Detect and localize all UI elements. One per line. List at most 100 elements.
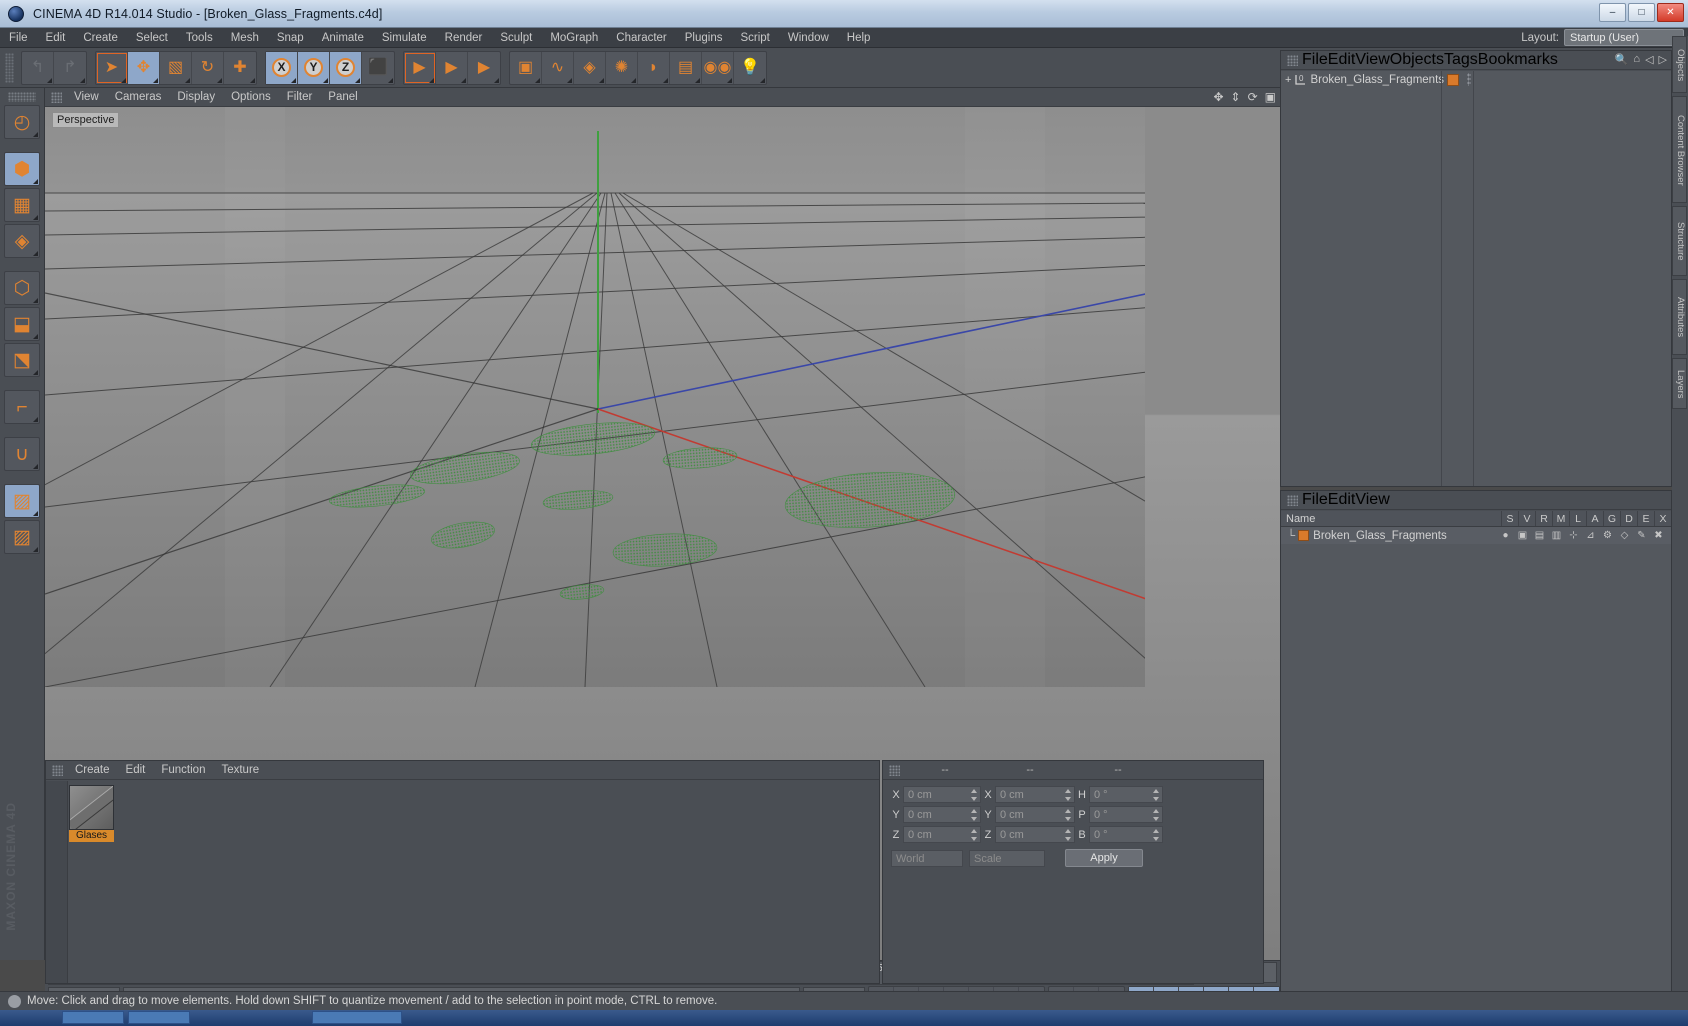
menu-item-character[interactable]: Character — [607, 28, 676, 48]
toolbar-grip[interactable] — [5, 52, 14, 83]
material-menu-edit[interactable]: Edit — [118, 761, 154, 780]
points-mode-icon[interactable]: ⬡ — [4, 271, 40, 305]
layer-manager-body[interactable]: Name SVRMLAGDEX └ Broken_Glass_Fragments… — [1281, 511, 1671, 1009]
layer-column-R[interactable]: R — [1535, 511, 1552, 526]
layer-menu-file[interactable]: File — [1302, 491, 1328, 509]
layer-toggle-S[interactable]: ● — [1497, 530, 1514, 541]
scene-environment-icon[interactable]: ▤ — [670, 51, 702, 84]
menu-item-script[interactable]: Script — [731, 28, 778, 48]
object-menu-edit[interactable]: Edit — [1328, 51, 1356, 69]
stepper-icon[interactable] — [1153, 829, 1159, 841]
render-settings-icon[interactable]: ▶ — [468, 52, 500, 84]
layer-toggle-L[interactable]: ⊹ — [1565, 530, 1582, 541]
redo-icon[interactable]: ↱ — [54, 52, 86, 84]
stepper-icon[interactable] — [1153, 809, 1159, 821]
apply-button[interactable]: Apply — [1065, 849, 1143, 867]
x-axis-lock-icon[interactable]: X — [266, 51, 298, 84]
pan-view-icon[interactable]: ✥ — [1213, 90, 1223, 104]
workplane-rotate-icon[interactable]: ▨ — [4, 520, 40, 554]
stepper-icon[interactable] — [1153, 789, 1159, 801]
material-thumbnail[interactable] — [69, 785, 114, 830]
light-icon[interactable]: 💡 — [734, 52, 766, 84]
layer-toggle-A[interactable]: ⊿ — [1582, 530, 1599, 541]
coordinate-mode-dropdown[interactable]: Scale — [969, 849, 1045, 867]
stepper-icon[interactable] — [1065, 789, 1071, 801]
rotation-b-field[interactable]: 0 ° — [1089, 826, 1163, 843]
material-menu-create[interactable]: Create — [67, 761, 118, 780]
position-z-field[interactable]: 0 cm — [903, 826, 981, 843]
layer-menu-edit[interactable]: Edit — [1328, 491, 1356, 509]
layer-column-A[interactable]: A — [1586, 511, 1603, 526]
texture-mode-icon[interactable]: ▦ — [4, 188, 40, 222]
layer-menu-view[interactable]: View — [1355, 491, 1389, 509]
menu-item-select[interactable]: Select — [127, 28, 177, 48]
edges-mode-icon[interactable]: ⬓ — [4, 307, 40, 341]
viewport-menu-view[interactable]: View — [66, 88, 107, 107]
vertical-tab-objects[interactable]: Objects — [1672, 36, 1687, 94]
move-tool-icon[interactable]: ✥ — [128, 51, 160, 84]
menu-item-create[interactable]: Create — [74, 28, 127, 48]
menu-item-plugins[interactable]: Plugins — [676, 28, 732, 48]
menu-item-help[interactable]: Help — [838, 28, 880, 48]
axis-mode-icon[interactable]: ⌐ — [4, 390, 40, 424]
layer-column-L[interactable]: L — [1569, 511, 1586, 526]
add-tool-icon[interactable]: ✚ — [224, 52, 256, 84]
menu-item-render[interactable]: Render — [436, 28, 492, 48]
nurbs-generator-icon[interactable]: ◈ — [574, 51, 606, 84]
layer-toggle-V[interactable]: ▣ — [1514, 530, 1531, 541]
coordinates-grip[interactable] — [889, 764, 900, 776]
layer-column-M[interactable]: M — [1552, 511, 1569, 526]
model-mode-icon[interactable]: ⬢ — [4, 152, 40, 186]
expand-icon[interactable]: + — [1285, 74, 1291, 86]
menu-item-mograph[interactable]: MoGraph — [541, 28, 607, 48]
close-button[interactable]: ✕ — [1657, 3, 1684, 22]
layer-column-D[interactable]: D — [1620, 511, 1637, 526]
rotate-view-icon[interactable]: ⟳ — [1248, 90, 1258, 104]
layer-toggles[interactable]: ● ▣ ▤ ▥ ⊹ ⊿ ⚙ ◇ ✎ ✖ — [1497, 530, 1667, 541]
home-icon[interactable]: ⌂ — [1633, 53, 1640, 66]
size-y-field[interactable]: 0 cm — [995, 806, 1075, 823]
stepper-icon[interactable] — [971, 809, 977, 821]
layer-column-G[interactable]: G — [1603, 511, 1620, 526]
vertical-tab-structure[interactable]: Structure — [1672, 206, 1687, 277]
object-menu-objects[interactable]: Objects — [1390, 51, 1444, 69]
camera-icon[interactable]: ◉◉ — [702, 51, 734, 84]
viewport-menu-display[interactable]: Display — [169, 88, 223, 107]
layer-column-X[interactable]: X — [1654, 511, 1671, 526]
array-modeling-icon[interactable]: ✺ — [606, 51, 638, 84]
deformer-icon[interactable]: ◗ — [638, 51, 670, 84]
vertical-tab-layers[interactable]: Layers — [1672, 358, 1687, 410]
stepper-icon[interactable] — [971, 829, 977, 841]
layer-toggle-M[interactable]: ▥ — [1548, 530, 1565, 541]
menu-item-tools[interactable]: Tools — [177, 28, 222, 48]
material-menu-function[interactable]: Function — [153, 761, 213, 780]
world-object-coord-icon[interactable]: ⬛ — [362, 52, 394, 84]
maximize-view-icon[interactable]: ▣ — [1265, 90, 1276, 104]
render-region-icon[interactable]: ▶ — [436, 51, 468, 84]
expand-icon[interactable]: ▷ — [1659, 53, 1667, 66]
z-axis-lock-icon[interactable]: Z — [330, 51, 362, 84]
vertical-tab-content-browser[interactable]: Content Browser — [1672, 96, 1687, 204]
layer-toggle-G[interactable]: ⚙ — [1599, 530, 1616, 541]
position-x-field[interactable]: 0 cm — [903, 786, 981, 803]
rotate-tool-icon[interactable]: ↻ — [192, 51, 224, 84]
scale-tool-icon[interactable]: ▧ — [160, 51, 192, 84]
menu-item-file[interactable]: File — [0, 28, 37, 48]
layer-toggle-R[interactable]: ▤ — [1531, 530, 1548, 541]
menu-item-simulate[interactable]: Simulate — [373, 28, 436, 48]
object-menu-bookmarks[interactable]: Bookmarks — [1478, 51, 1558, 69]
material-manager-grip[interactable] — [52, 764, 63, 776]
viewport-grip[interactable] — [51, 91, 62, 103]
layer-manager-grip[interactable] — [1287, 494, 1298, 506]
viewport-menu-panel[interactable]: Panel — [320, 88, 365, 107]
object-menu-view[interactable]: View — [1355, 51, 1389, 69]
select-tool-icon[interactable]: ➤ — [96, 51, 128, 84]
menu-item-edit[interactable]: Edit — [37, 28, 75, 48]
object-tree-item[interactable]: + 0 Broken_Glass_Fragments — [1281, 71, 1671, 88]
layer-column-E[interactable]: E — [1637, 511, 1654, 526]
undo-view-icon[interactable]: ◴ — [4, 105, 40, 139]
polygon-grid-icon[interactable]: ◈ — [4, 224, 40, 258]
stepper-icon[interactable] — [1065, 809, 1071, 821]
collapse-icon[interactable]: ◁ — [1645, 53, 1653, 66]
layer-color-swatch[interactable] — [1298, 530, 1310, 541]
